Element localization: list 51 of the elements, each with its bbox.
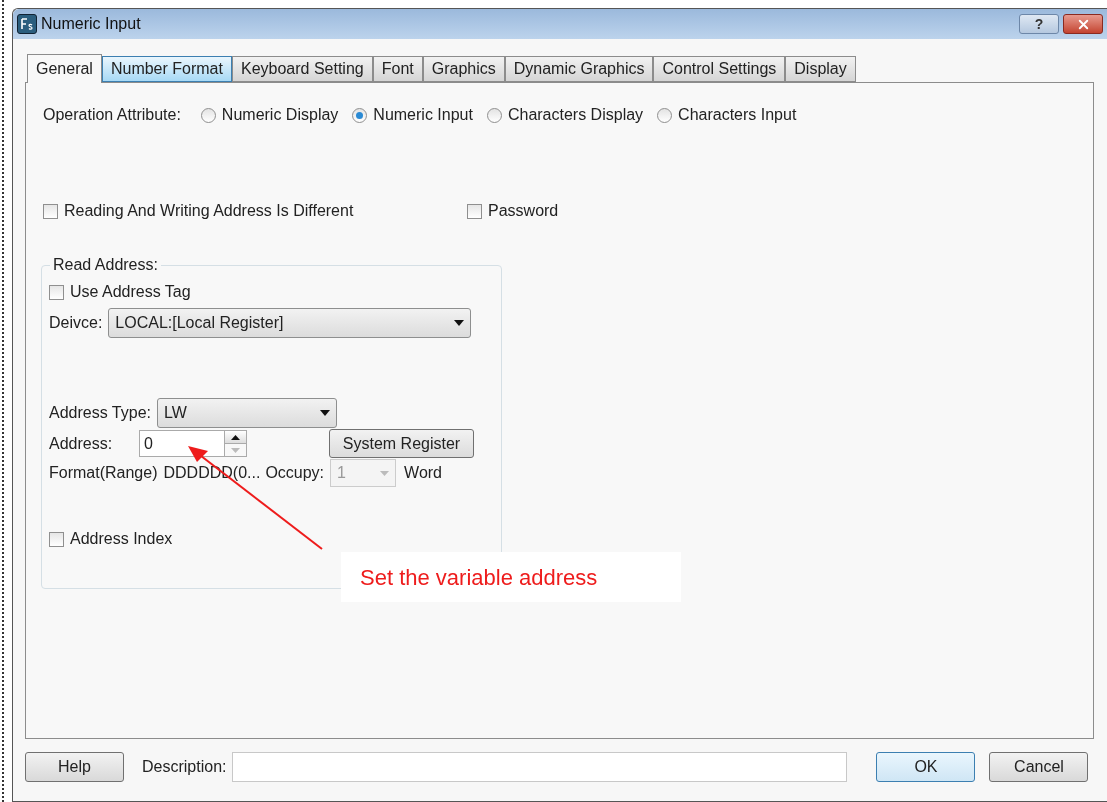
tab[interactable]: Dynamic Graphics bbox=[504, 56, 654, 82]
description-field[interactable] bbox=[232, 752, 848, 782]
tab[interactable]: Keyboard Setting bbox=[231, 56, 373, 82]
address-type-label: Address Type: bbox=[49, 403, 151, 423]
help-button[interactable]: Help bbox=[25, 752, 124, 782]
help-title-button[interactable]: ? bbox=[1019, 14, 1059, 34]
radio-label: Numeric Input bbox=[373, 105, 473, 125]
up-arrow-icon bbox=[231, 434, 240, 440]
address-field[interactable]: 0 bbox=[139, 430, 225, 457]
device-label: Deivce: bbox=[49, 313, 103, 333]
radio-button[interactable] bbox=[352, 107, 368, 123]
down-arrow-icon bbox=[231, 447, 240, 453]
description-label: Description: bbox=[142, 757, 227, 777]
checkbox[interactable] bbox=[49, 284, 64, 300]
system-register-button[interactable]: System Register bbox=[329, 429, 474, 458]
spinner[interactable] bbox=[225, 430, 247, 457]
tab[interactable]: Number Format bbox=[101, 56, 232, 82]
format-label: Format(Range) bbox=[49, 463, 158, 483]
tab[interactable]: General bbox=[27, 54, 102, 83]
radio-label: Characters Display bbox=[507, 105, 644, 125]
annotation-callout: Set the variable address bbox=[341, 552, 681, 602]
ok-button[interactable]: OK bbox=[876, 752, 976, 782]
radio-label: Characters Input bbox=[678, 105, 797, 125]
dropdown-arrow-icon bbox=[320, 410, 330, 416]
dropdown-arrow-icon bbox=[454, 320, 465, 326]
occupy-unit: Word bbox=[404, 463, 442, 483]
radio-button[interactable] bbox=[657, 107, 673, 123]
window-title: Numeric Input bbox=[41, 14, 141, 34]
radio-button[interactable] bbox=[486, 107, 502, 123]
device-dropdown[interactable]: LOCAL:[Local Register] bbox=[108, 308, 472, 338]
address-index-label: Address Index bbox=[70, 529, 173, 549]
radio-button[interactable] bbox=[200, 107, 216, 123]
checkbox[interactable] bbox=[43, 203, 58, 219]
tab[interactable]: Display bbox=[785, 56, 856, 82]
checkbox[interactable] bbox=[49, 531, 64, 547]
close-button[interactable] bbox=[1063, 14, 1103, 34]
radio-label: Numeric Display bbox=[221, 105, 339, 125]
option-label: Password bbox=[488, 201, 559, 221]
tab[interactable]: Graphics bbox=[422, 56, 505, 82]
operation-attribute-label: Operation Attribute: bbox=[43, 105, 181, 125]
dropdown-arrow-icon bbox=[380, 470, 390, 476]
tab[interactable]: Font bbox=[372, 56, 423, 82]
address-label: Address: bbox=[49, 433, 114, 454]
tab[interactable]: Control Settings bbox=[653, 56, 786, 82]
app-logo-icon bbox=[17, 14, 37, 34]
checkbox[interactable] bbox=[467, 203, 482, 219]
use-address-tag-label: Use Address Tag bbox=[70, 282, 191, 302]
address-type-dropdown[interactable]: LW bbox=[157, 398, 337, 428]
cancel-button[interactable]: Cancel bbox=[989, 752, 1089, 782]
option-label: Reading And Writing Address Is Different bbox=[64, 201, 354, 221]
occupy-label: Occupy: bbox=[265, 463, 325, 483]
